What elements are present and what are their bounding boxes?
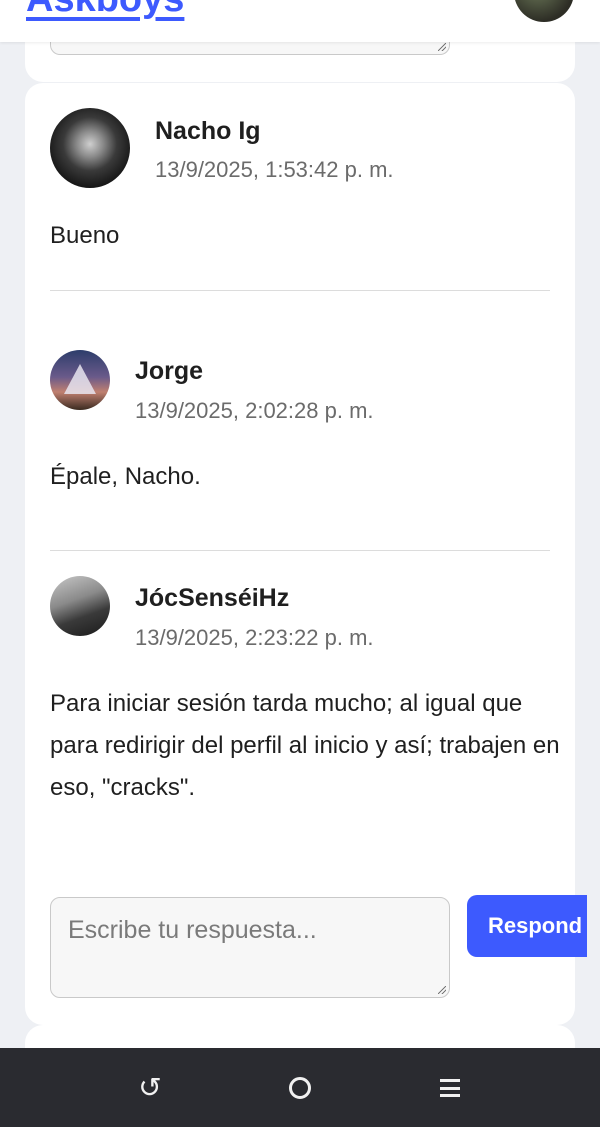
post-timestamp: 13/9/2025, 1:53:42 p. m. bbox=[155, 157, 394, 182]
reply-avatar[interactable] bbox=[50, 350, 110, 410]
app-header: Askboys bbox=[0, 0, 600, 42]
reply-author-name[interactable]: Jorge bbox=[135, 357, 203, 386]
brand-logo[interactable]: Askboys bbox=[26, 0, 184, 21]
divider bbox=[50, 550, 550, 551]
author-avatar[interactable] bbox=[50, 108, 130, 188]
divider bbox=[50, 290, 550, 291]
resize-grip-icon[interactable] bbox=[438, 43, 446, 51]
post-card: Nacho Ig 13/9/2025, 1:53:42 p. m. Bueno … bbox=[25, 83, 587, 1025]
reply-text: Épale, Nacho. bbox=[50, 463, 201, 490]
resize-grip-icon[interactable] bbox=[438, 986, 446, 994]
recent-apps-icon[interactable] bbox=[434, 1072, 466, 1104]
reply-avatar[interactable] bbox=[50, 576, 110, 636]
post-text: Bueno bbox=[50, 222, 120, 249]
system-navbar: ↺ bbox=[0, 1048, 600, 1127]
reply-input[interactable]: Escribe tu respuesta... bbox=[50, 897, 450, 998]
home-icon[interactable] bbox=[284, 1072, 316, 1104]
reply-author-name[interactable]: JócSenséiHz bbox=[135, 584, 289, 613]
reply-text: Para iniciar sesión tarda mucho; al igua… bbox=[50, 690, 560, 801]
back-icon[interactable]: ↺ bbox=[134, 1072, 166, 1104]
reply-timestamp: 13/9/2025, 2:02:28 p. m. bbox=[135, 398, 374, 423]
post-author-name[interactable]: Nacho Ig bbox=[155, 117, 261, 146]
user-avatar-icon[interactable] bbox=[514, 0, 574, 22]
reply-timestamp: 13/9/2025, 2:23:22 p. m. bbox=[135, 625, 374, 650]
respond-button[interactable]: Respond bbox=[467, 895, 587, 957]
reply-input-placeholder: Escribe tu respuesta... bbox=[68, 916, 317, 944]
